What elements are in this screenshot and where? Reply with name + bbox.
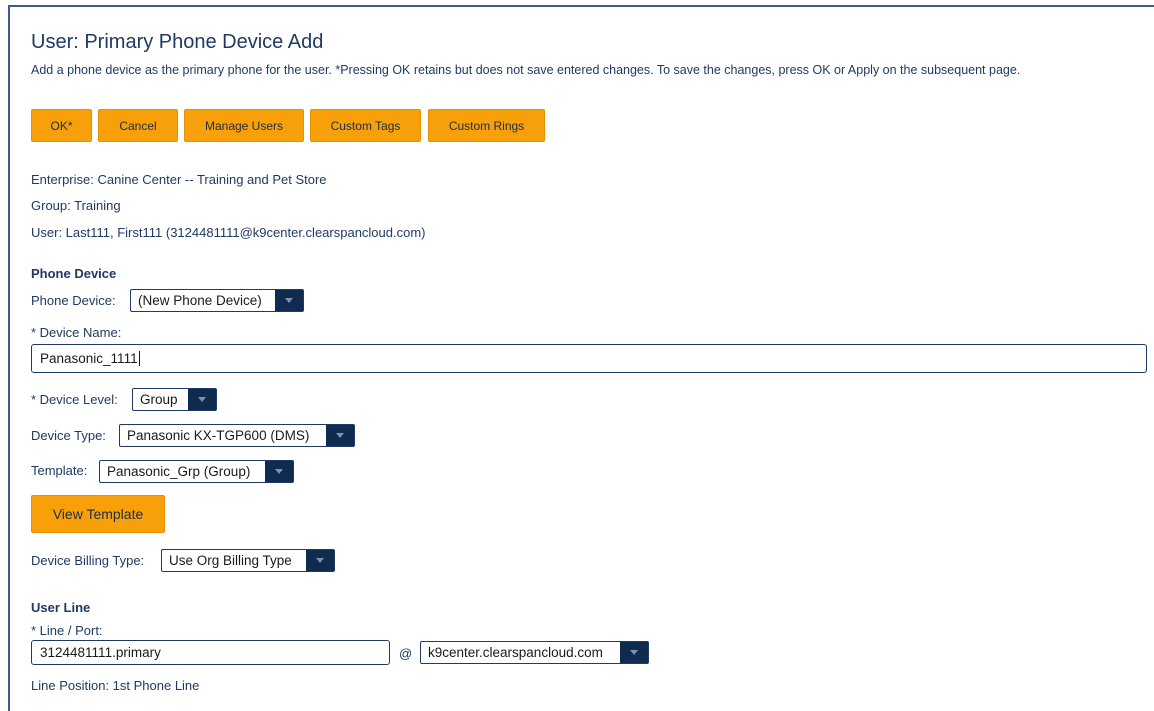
device-name-value: Panasonic_1111 — [40, 351, 138, 366]
template-label: Template: — [31, 463, 88, 478]
view-template-button[interactable]: View Template — [31, 495, 165, 533]
phone-device-value: (New Phone Device) — [138, 293, 262, 308]
page-title: User: Primary Phone Device Add — [31, 31, 324, 53]
device-type-value: Panasonic KX-TGP600 (DMS) — [127, 428, 310, 443]
billing-type-label: Device Billing Type: — [31, 553, 145, 568]
device-level-select[interactable]: Group — [132, 388, 217, 411]
cancel-button[interactable]: Cancel — [98, 109, 178, 142]
chevron-down-icon — [326, 425, 354, 446]
phone-device-heading: Phone Device — [31, 266, 117, 281]
at-sign: @ — [399, 646, 413, 661]
line-position-info: Line Position: 1st Phone Line — [31, 678, 200, 693]
ok-button[interactable]: OK* — [31, 109, 92, 142]
chevron-down-icon — [265, 461, 293, 482]
device-level-label: * Device Level: — [31, 392, 118, 407]
page-content: User: Primary Phone Device Add Add a pho… — [31, 0, 1154, 711]
line-domain-value: k9center.clearspancloud.com — [428, 645, 603, 660]
group-info: Group: Training — [31, 198, 121, 213]
manage-users-button[interactable]: Manage Users — [184, 109, 304, 142]
user-info: User: Last111, First111 (3124481111@k9ce… — [31, 225, 426, 240]
custom-tags-button[interactable]: Custom Tags — [310, 109, 421, 142]
window-left-border — [8, 5, 10, 711]
billing-type-select[interactable]: Use Org Billing Type — [161, 549, 335, 572]
chevron-down-icon — [188, 389, 216, 410]
device-name-input[interactable]: Panasonic_1111 — [31, 344, 1147, 373]
chevron-down-icon — [620, 642, 648, 663]
billing-type-value: Use Org Billing Type — [169, 553, 292, 568]
device-type-select[interactable]: Panasonic KX-TGP600 (DMS) — [119, 424, 355, 447]
custom-rings-button[interactable]: Custom Rings — [428, 109, 545, 142]
device-name-label: * Device Name: — [31, 325, 122, 340]
chevron-down-icon — [275, 290, 303, 311]
phone-device-select[interactable]: (New Phone Device) — [130, 289, 304, 312]
device-level-value: Group — [140, 392, 178, 407]
user-line-heading: User Line — [31, 600, 91, 615]
line-port-label: * Line / Port: — [31, 623, 103, 638]
phone-device-label: Phone Device: — [31, 293, 116, 308]
line-port-value: 3124481111.primary — [40, 645, 161, 660]
template-select[interactable]: Panasonic_Grp (Group) — [99, 460, 294, 483]
line-port-input[interactable]: 3124481111.primary — [31, 640, 390, 665]
page-description: Add a phone device as the primary phone … — [31, 63, 1021, 77]
template-value: Panasonic_Grp (Group) — [107, 464, 251, 479]
line-domain-select[interactable]: k9center.clearspancloud.com — [420, 641, 649, 664]
text-caret — [138, 351, 140, 366]
device-type-label: Device Type: — [31, 428, 106, 443]
chevron-down-icon — [306, 550, 334, 571]
enterprise-info: Enterprise: Canine Center -- Training an… — [31, 172, 327, 187]
